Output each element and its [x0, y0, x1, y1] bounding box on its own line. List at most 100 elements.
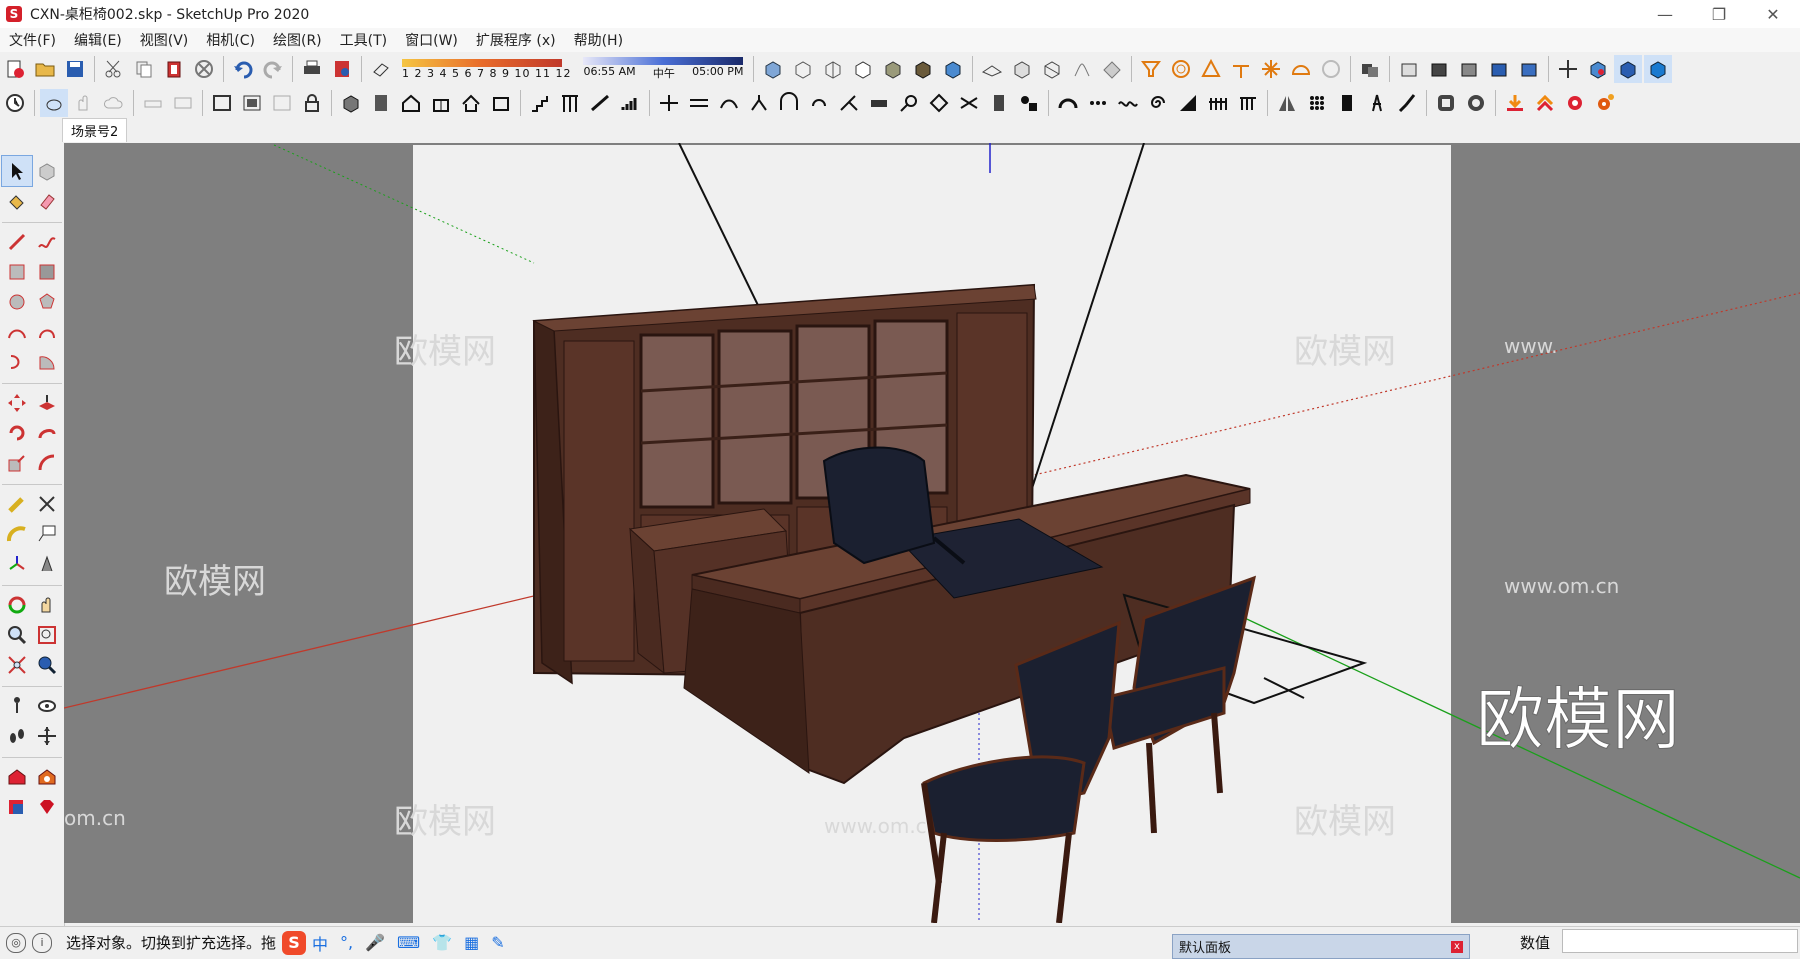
ext-tool-10[interactable] [298, 89, 326, 117]
ext-tool-33[interactable] [1015, 89, 1043, 117]
sandbox-grid-button[interactable] [1008, 55, 1036, 83]
push-pull-tool[interactable] [32, 388, 62, 418]
view-front-button[interactable] [1455, 55, 1483, 83]
ext-tool-8[interactable] [238, 89, 266, 117]
tray-close-button[interactable]: x [1451, 940, 1463, 953]
text-tool[interactable] [32, 519, 62, 549]
ext-tool-22[interactable] [685, 89, 713, 117]
section-plane-tool[interactable] [32, 721, 62, 751]
ext-tool-28[interactable] [865, 89, 893, 117]
construct-button-4[interactable] [1227, 55, 1255, 83]
construct-button-2[interactable] [1167, 55, 1195, 83]
ext-tool-7[interactable] [208, 89, 236, 117]
pan-tool[interactable] [32, 590, 62, 620]
paint-bucket-tool[interactable] [2, 186, 32, 216]
ext-tool-20[interactable] [616, 89, 644, 117]
ext-tool-46[interactable] [1432, 89, 1460, 117]
style-textures-button[interactable] [909, 55, 937, 83]
ext-tool-25[interactable] [775, 89, 803, 117]
ime-voice-icon[interactable]: 🎤 [365, 933, 385, 952]
ext-tool-21[interactable] [655, 89, 683, 117]
ext-tool-31[interactable] [955, 89, 983, 117]
style-shaded-button[interactable] [879, 55, 907, 83]
ext-tool-23[interactable] [715, 89, 743, 117]
ext-tool-12[interactable] [367, 89, 395, 117]
ext-tool-50[interactable] [1561, 89, 1589, 117]
line-tool[interactable] [2, 227, 32, 257]
menu-window[interactable]: 窗口(W) [396, 30, 467, 50]
view-back-button[interactable] [1515, 55, 1543, 83]
ext-tool-19[interactable] [586, 89, 614, 117]
move-tool[interactable] [2, 388, 32, 418]
construct-button-5[interactable] [1257, 55, 1285, 83]
ime-punctuation-icon[interactable]: °, [340, 933, 353, 952]
close-button[interactable]: ✕ [1746, 0, 1800, 28]
section-plane-button[interactable] [1584, 55, 1612, 83]
zoom-extents-tool[interactable] [2, 650, 32, 680]
copy-button[interactable] [130, 55, 158, 83]
ext-tool-4[interactable] [100, 89, 128, 117]
ext-tool-3[interactable] [70, 89, 98, 117]
view-right-button[interactable] [1485, 55, 1513, 83]
freehand-tool[interactable] [32, 227, 62, 257]
3d-text-tool[interactable] [32, 549, 62, 579]
rectangle-tool[interactable] [2, 257, 32, 287]
ext-tool-29[interactable] [895, 89, 923, 117]
save-button[interactable] [61, 55, 89, 83]
construct-button-7[interactable] [1317, 55, 1345, 83]
ext-tool-2[interactable] [40, 89, 68, 117]
sandbox-from-contours-button[interactable] [978, 55, 1006, 83]
geo-location-icon[interactable]: ◎ [6, 932, 26, 953]
menu-camera[interactable]: 相机(C) [197, 30, 264, 50]
ext-tool-41[interactable] [1273, 89, 1301, 117]
ext-tool-14[interactable] [427, 89, 455, 117]
ext-tool-49[interactable] [1531, 89, 1559, 117]
ext-tool-13[interactable] [397, 89, 425, 117]
ext-tool-30[interactable] [925, 89, 953, 117]
make-component-tool[interactable] [32, 156, 62, 186]
ext-tool-38[interactable] [1174, 89, 1202, 117]
select-tool[interactable] [1, 155, 33, 187]
menu-file[interactable]: 文件(F) [0, 30, 65, 50]
construct-button-1[interactable] [1137, 55, 1165, 83]
ime-skin-icon[interactable]: 👕 [432, 933, 452, 952]
three-point-arc-tool[interactable] [2, 347, 32, 377]
style-monochrome-button[interactable] [939, 55, 967, 83]
tape-measure-tool[interactable] [2, 489, 32, 519]
construct-button-3[interactable] [1197, 55, 1225, 83]
ext-tool-36[interactable] [1114, 89, 1142, 117]
style-xray-button[interactable] [759, 55, 787, 83]
erase-button[interactable] [190, 55, 218, 83]
measurements-input[interactable] [1562, 929, 1798, 953]
axes-button[interactable] [1554, 55, 1582, 83]
rotated-rectangle-tool[interactable] [32, 257, 62, 287]
arc-tool[interactable] [2, 317, 32, 347]
ext-tool-40[interactable] [1234, 89, 1262, 117]
view-iso-button[interactable] [1395, 55, 1423, 83]
style-backedges-button[interactable] [789, 55, 817, 83]
eraser-tool[interactable] [32, 186, 62, 216]
ime-chinese-mode[interactable]: 中 [312, 931, 328, 955]
view-top-button[interactable] [1425, 55, 1453, 83]
zoom-window-tool[interactable] [32, 620, 62, 650]
menu-extensions[interactable]: 扩展程序 (x) [467, 30, 565, 50]
menu-view[interactable]: 视图(V) [131, 30, 198, 50]
sandbox-smoove-button[interactable] [1038, 55, 1066, 83]
sandbox-drape-button[interactable] [1098, 55, 1126, 83]
rotate-tool[interactable] [2, 418, 32, 448]
section-fill-button[interactable] [1644, 55, 1673, 83]
group-button[interactable] [1356, 55, 1384, 83]
ext-tool-39[interactable] [1204, 89, 1232, 117]
ext-tool-37[interactable] [1144, 89, 1172, 117]
ext-tool-44[interactable] [1363, 89, 1391, 117]
menu-tools[interactable]: 工具(T) [331, 30, 396, 50]
extension-manager-tool[interactable] [32, 792, 62, 822]
sogou-ime-icon[interactable]: S [282, 930, 307, 955]
pie-tool[interactable] [32, 347, 62, 377]
style-wireframe-button[interactable] [819, 55, 847, 83]
ext-tool-48[interactable] [1501, 89, 1529, 117]
shadow-toggle-button[interactable] [367, 55, 395, 83]
position-camera-tool[interactable] [2, 691, 32, 721]
ext-tool-42[interactable] [1303, 89, 1331, 117]
info-icon[interactable]: i [32, 932, 52, 953]
